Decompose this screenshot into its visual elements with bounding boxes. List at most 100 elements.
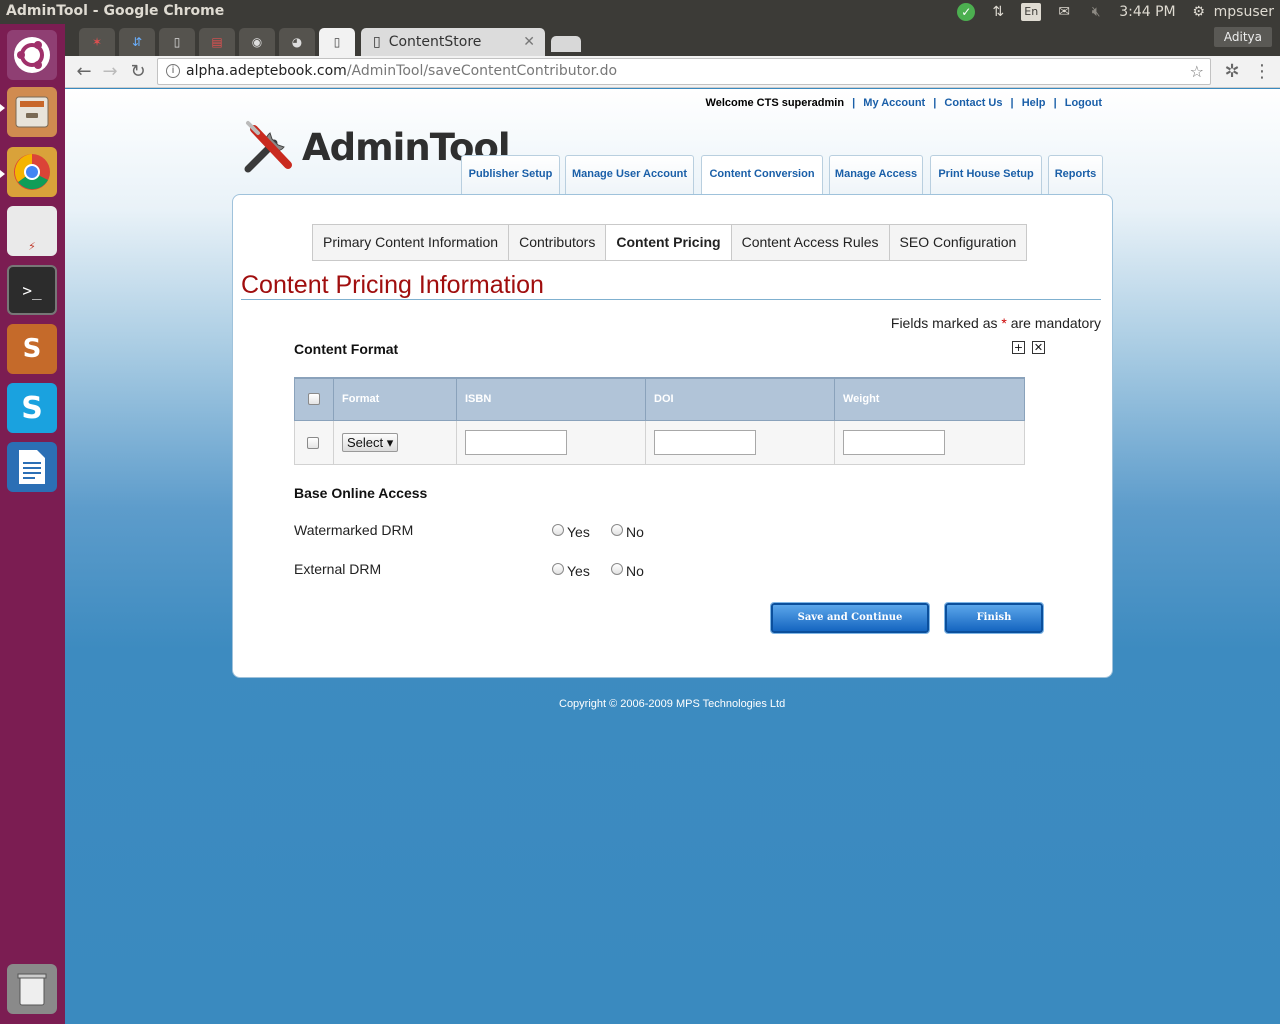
ubuntu-dash-icon[interactable]	[7, 30, 57, 80]
select-all-cell	[294, 377, 334, 421]
subtab-primary-content-information[interactable]: Primary Content Information	[313, 225, 510, 260]
page-icon: ▯	[373, 34, 381, 50]
pinned-tab[interactable]: ✶	[79, 28, 115, 56]
close-tab-icon[interactable]: ✕	[523, 34, 535, 50]
select-all-checkbox[interactable]	[308, 393, 320, 406]
row-checkbox[interactable]	[307, 437, 319, 450]
address-bar[interactable]: i alpha.adeptebook.com/AdminTool/saveCon…	[157, 58, 1211, 85]
external-drm-yes-radio[interactable]	[552, 563, 564, 575]
my-account-link[interactable]: My Account	[863, 97, 925, 109]
running-indicator	[0, 104, 5, 112]
subtab-seo-configuration[interactable]: SEO Configuration	[889, 225, 1027, 260]
back-arrow-icon[interactable]: ←	[73, 62, 95, 82]
volume-muted-icon[interactable]: 🔇︎	[1087, 3, 1105, 21]
libreoffice-writer-icon[interactable]	[7, 442, 57, 492]
terminal-icon[interactable]: >_	[7, 265, 57, 315]
sublime-glyph: S	[22, 334, 42, 364]
keyboard-language-indicator[interactable]: En	[1021, 3, 1042, 21]
finish-button[interactable]: Finish	[944, 602, 1044, 634]
help-link[interactable]: Help	[1022, 97, 1046, 109]
doi-input[interactable]	[654, 429, 756, 455]
reload-icon[interactable]: ↻	[127, 62, 149, 82]
sublime-text-icon[interactable]: S	[7, 324, 57, 374]
clock[interactable]: 3:44 PM	[1119, 4, 1175, 20]
browser-tab-strip: ✶ ⇵ ▯ ▤ ◉ ◕ ▯ ▯ ContentStore ✕ Aditya	[65, 24, 1280, 56]
menu-dots-icon[interactable]: ⋮	[1251, 62, 1273, 82]
table-header-row: Format ISBN DOI Weight	[294, 377, 1025, 421]
sync-ok-icon[interactable]: ✓	[957, 3, 976, 21]
tab-manage-access[interactable]: Manage Access	[829, 155, 923, 195]
extension-icon[interactable]: ✲	[1221, 62, 1243, 82]
running-indicator	[0, 170, 5, 178]
subtab-contributors[interactable]: Contributors	[509, 225, 607, 260]
tab-content-conversion[interactable]: Content Conversion	[701, 155, 823, 197]
logout-link[interactable]: Logout	[1065, 97, 1102, 109]
pinned-tab-icon: ⇵	[131, 35, 143, 49]
tab-publisher-setup[interactable]: Publisher Setup	[461, 155, 560, 195]
profile-button[interactable]: Aditya	[1213, 27, 1272, 47]
skype-icon[interactable]: S	[7, 383, 57, 433]
forward-arrow-icon[interactable]: →	[99, 62, 121, 82]
system-tray: ✓ ⇅ En ✉ 🔇︎ 3:44 PM ⚙ mpsuser	[957, 0, 1274, 24]
skype-glyph: S	[21, 390, 43, 426]
web-page: Welcome CTS superadmin | My Account | Co…	[65, 89, 1280, 1024]
watermarked-drm-yes-radio[interactable]	[552, 524, 564, 536]
pinned-tab[interactable]: ▤	[199, 28, 235, 56]
tab-manage-user-account[interactable]: Manage User Account	[565, 155, 694, 195]
pinned-tab-icon: ▤	[211, 35, 223, 49]
pinned-tab[interactable]: ⇵	[119, 28, 155, 56]
files-icon[interactable]	[7, 87, 57, 137]
trash-icon[interactable]	[7, 964, 57, 1014]
system-top-panel: AdminTool - Google Chrome ✓ ⇅ En ✉ 🔇︎ 3:…	[0, 0, 1280, 24]
separator: |	[1010, 97, 1014, 109]
separator: |	[852, 97, 856, 109]
external-drm-no-radio[interactable]	[611, 563, 623, 575]
watermarked-drm-no-radio[interactable]	[611, 524, 623, 536]
pinned-tab[interactable]: ▯	[159, 28, 195, 56]
external-drm-yes-label: Yes	[567, 563, 590, 579]
mandatory-note: Fields marked as * are mandatory	[891, 315, 1101, 331]
tab-reports[interactable]: Reports	[1048, 155, 1103, 195]
browser-toolbar: ← → ↻ i alpha.adeptebook.com/AdminTool/s…	[65, 56, 1280, 88]
isbn-cell	[456, 419, 646, 465]
username: mpsuser	[1213, 4, 1274, 20]
save-and-continue-button[interactable]: Save and Continue	[770, 602, 930, 634]
format-cell: Select ▾	[333, 419, 457, 465]
column-header-weight: Weight	[834, 377, 1025, 421]
add-row-icon[interactable]: +	[1012, 341, 1025, 354]
contact-us-link[interactable]: Contact Us	[944, 97, 1002, 109]
format-select[interactable]: Select ▾	[342, 432, 399, 452]
subtab-content-access-rules[interactable]: Content Access Rules	[731, 225, 890, 260]
pinned-tab[interactable]: ◕	[279, 28, 315, 56]
tools-logo-icon	[244, 121, 292, 173]
new-tab-button[interactable]	[551, 36, 581, 52]
launcher: ⚡ >_ S S	[0, 24, 65, 1024]
content-panel: Primary Content Information Contributors…	[232, 194, 1113, 678]
network-icon[interactable]: ⇅	[989, 3, 1007, 21]
base-online-access-heading: Base Online Access	[294, 485, 428, 501]
pinned-tab-active[interactable]: ▯	[319, 28, 355, 56]
content-format-table: Format ISBN DOI Weight Select ▾	[294, 377, 1025, 465]
title-divider	[241, 299, 1101, 300]
user-menu[interactable]: ⚙ mpsuser	[1190, 3, 1274, 21]
window-title: AdminTool - Google Chrome	[6, 3, 225, 19]
browser-tab-contentstore[interactable]: ▯ ContentStore ✕	[361, 28, 545, 56]
pinned-tab[interactable]: ◉	[239, 28, 275, 56]
info-icon[interactable]: i	[166, 64, 180, 78]
mysql-workbench-glyph: ⚡	[28, 240, 36, 253]
subtab-content-pricing[interactable]: Content Pricing	[606, 225, 732, 260]
watermarked-drm-no-label: No	[626, 524, 644, 540]
delete-row-icon[interactable]: ✕	[1032, 341, 1045, 354]
tab-print-house-setup[interactable]: Print House Setup	[930, 155, 1042, 195]
mail-icon[interactable]: ✉	[1055, 3, 1073, 21]
chrome-icon[interactable]	[7, 147, 57, 197]
sub-navigation: Primary Content Information Contributors…	[312, 224, 1028, 261]
mysql-workbench-icon[interactable]: ⚡	[7, 206, 57, 256]
isbn-input[interactable]	[465, 429, 567, 455]
bookmark-star-icon[interactable]: ☆	[1190, 59, 1204, 84]
copyright-footer: Copyright © 2006-2009 MPS Technologies L…	[559, 698, 786, 710]
welcome-text: Welcome CTS superadmin	[705, 97, 845, 109]
weight-input[interactable]	[843, 429, 945, 455]
watermarked-drm-yes-label: Yes	[567, 524, 590, 540]
column-header-doi: DOI	[645, 377, 835, 421]
